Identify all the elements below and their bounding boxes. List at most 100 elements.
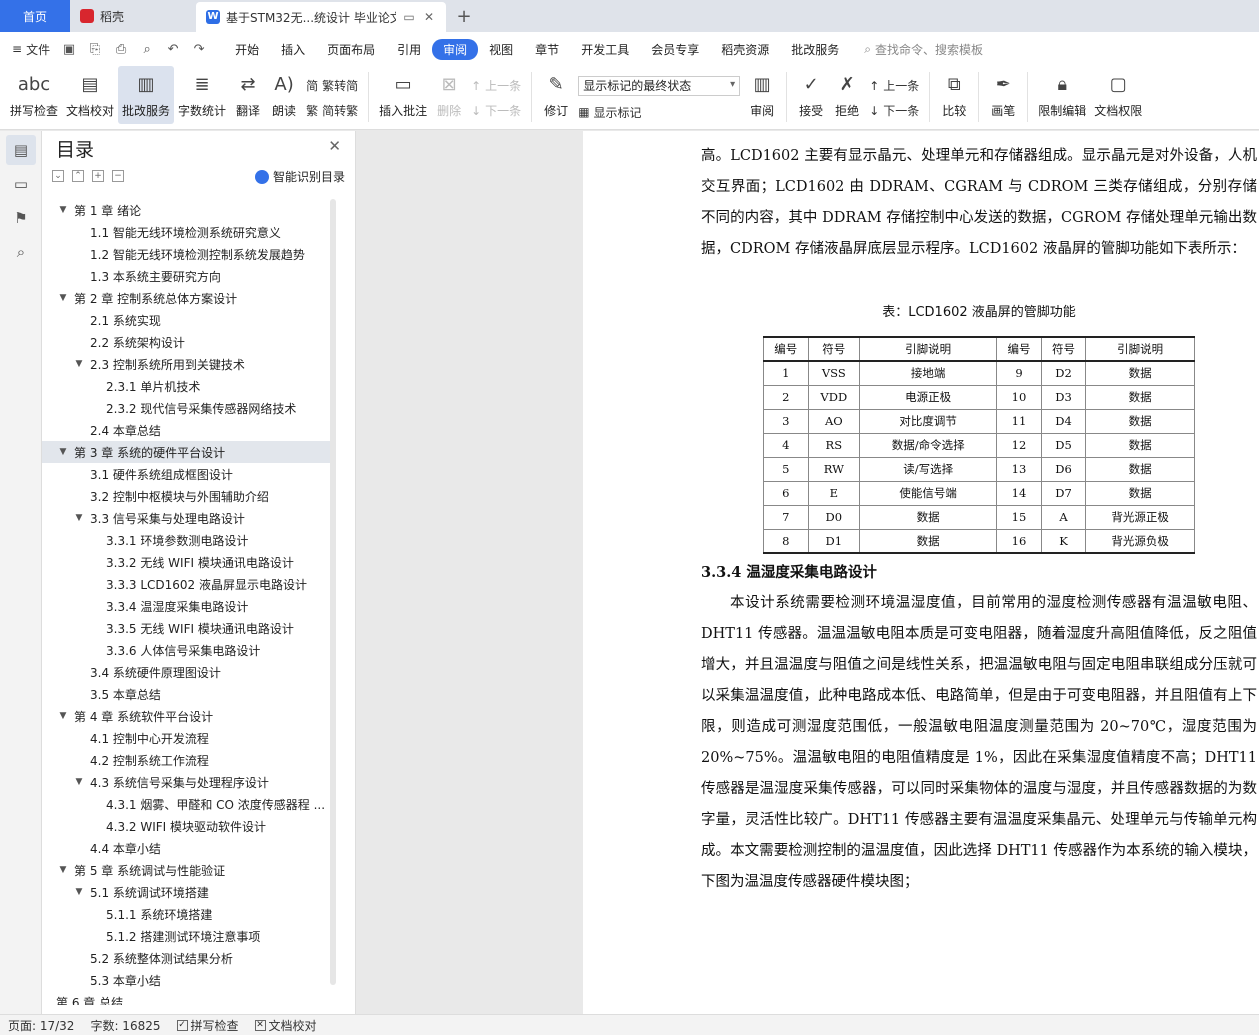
new-tab-button[interactable]: + (446, 0, 482, 32)
toc-scrollbar[interactable] (330, 199, 336, 985)
toc-item[interactable]: 3.2 控制中枢模块与外围辅助介绍 (42, 485, 330, 507)
toc-item[interactable]: ▼ 第 3 章 系统的硬件平台设计 (42, 441, 330, 463)
tab-document[interactable]: W 基于STM32无...统设计 毕业论文 ▭ ✕ (196, 2, 446, 32)
trad-to-simp-button[interactable]: 简繁转简 (306, 77, 358, 94)
toc-item[interactable]: 5.2 系统整体测试结果分析 (42, 947, 330, 969)
delete-comment-button[interactable]: ⊠ 删除 (431, 66, 467, 124)
menu-tab-daoke-resources[interactable]: 稻壳资源 (710, 39, 780, 60)
toc-item[interactable]: 3.4 系统硬件原理图设计 (42, 661, 330, 683)
translate-button[interactable]: ⇄ 翻译 (230, 66, 266, 124)
export-icon[interactable]: ⎘ (86, 42, 104, 57)
add-item-icon[interactable]: + (92, 170, 104, 182)
chevron-down-icon[interactable]: ▼ (56, 205, 70, 215)
search-icon[interactable]: ⌕ (6, 237, 36, 267)
save-icon[interactable]: ▣ (60, 42, 78, 57)
review-pane-button[interactable]: ▥ 审阅 (744, 66, 780, 124)
toc-item[interactable]: 5.1.2 搭建测试环境注意事项 (42, 925, 330, 947)
markup-state-select[interactable]: 显示标记的最终状态 (578, 75, 741, 96)
prev-comment-button[interactable]: ↑ 上一条 (471, 77, 521, 94)
restrict-edit-button[interactable]: 🔒︎ 限制编辑 (1034, 66, 1090, 124)
menu-tab-review[interactable]: 审阅 (432, 38, 479, 60)
word-count-button[interactable]: ≣ 字数统计 (174, 66, 230, 124)
toc-item[interactable]: ▼ 第 2 章 控制系统总体方案设计 (42, 287, 330, 309)
paragraph-humidity[interactable]: 本设计系统需要检测环境温湿度值，目前常用的湿度检测传感器有温温敏电阻、DHT11… (701, 588, 1257, 898)
toc-item[interactable]: 第 6 章 总结 (42, 991, 330, 1006)
monitor-icon[interactable]: ▭ (402, 10, 416, 24)
undo-icon[interactable]: ↶ (164, 42, 182, 57)
toc-item[interactable]: 3.3.4 温湿度采集电路设计 (42, 595, 330, 617)
preview-icon[interactable]: ⌕ (138, 42, 156, 57)
word-count[interactable]: 字数: 16825 (90, 1017, 160, 1034)
toc-item[interactable]: 4.4 本章小结 (42, 837, 330, 859)
menu-tab-section[interactable]: 章节 (524, 39, 570, 60)
doc-permission-button[interactable]: ▢ 文档权限 (1090, 66, 1146, 124)
toc-item[interactable]: 3.3.1 环境参数测电路设计 (42, 529, 330, 551)
toc-item[interactable]: 3.5 本章总结 (42, 683, 330, 705)
spell-check-button[interactable]: abc 拼写检查 (6, 66, 62, 124)
toc-item[interactable]: 4.3.2 WIFI 模块驱动软件设计 (42, 815, 330, 837)
collapse-all-icon[interactable]: ⌄ (52, 170, 64, 182)
toc-item[interactable]: 2.1 系统实现 (42, 309, 330, 331)
chapter-nav-icon[interactable]: ▭ (6, 169, 36, 199)
menu-tab-references[interactable]: 引用 (386, 39, 432, 60)
chevron-down-icon[interactable]: ▼ (72, 513, 86, 523)
remove-item-icon[interactable]: − (112, 170, 124, 182)
toc-item[interactable]: ▼ 第 4 章 系统软件平台设计 (42, 705, 330, 727)
chevron-down-icon[interactable]: ▼ (72, 777, 86, 787)
simp-to-trad-button[interactable]: 繁简转繁 (306, 102, 358, 119)
toc-item[interactable]: ▼ 4.3 系统信号采集与处理程序设计 (42, 771, 330, 793)
chevron-down-icon[interactable]: ▼ (56, 711, 70, 721)
chevron-down-icon[interactable]: ▼ (56, 447, 70, 457)
file-menu[interactable]: ≡ 文件 (12, 41, 50, 58)
menu-tab-grading[interactable]: 批改服务 (780, 39, 850, 60)
toc-item[interactable]: 3.3.3 LCD1602 液晶屏显示电路设计 (42, 573, 330, 595)
toc-item[interactable]: 2.4 本章总结 (42, 419, 330, 441)
smart-toc-button[interactable]: 智能识别目录 (254, 168, 345, 185)
toc-item[interactable]: 1.3 本系统主要研究方向 (42, 265, 330, 287)
menu-tab-layout[interactable]: 页面布局 (316, 39, 386, 60)
document-page[interactable]: 高。LCD1602 主要有显示晶元、处理单元和存储器组成。显示晶元是对外设备，人… (583, 131, 1259, 1014)
toc-item[interactable]: ▼ 3.3 信号采集与处理电路设计 (42, 507, 330, 529)
page-indicator[interactable]: 页面: 17/32 (8, 1017, 74, 1034)
toc-item[interactable]: 3.3.5 无线 WIFI 模块通讯电路设计 (42, 617, 330, 639)
toc-item[interactable]: 1.2 智能无线环境检测控制系统发展趋势 (42, 243, 330, 265)
expand-all-icon[interactable]: ⌃ (72, 170, 84, 182)
insert-comment-button[interactable]: ▭ 插入批注 (375, 66, 431, 124)
paragraph-lcd1602[interactable]: 高。LCD1602 主要有显示晶元、处理单元和存储器组成。显示晶元是对外设备，人… (701, 141, 1257, 265)
toc-item[interactable]: ▼ 5.1 系统调试环境搭建 (42, 881, 330, 903)
tab-home[interactable]: 首页 (0, 0, 70, 32)
pen-button[interactable]: ✒ 画笔 (985, 66, 1021, 124)
menu-tab-start[interactable]: 开始 (224, 39, 270, 60)
close-icon[interactable]: ✕ (422, 10, 436, 24)
command-search[interactable]: ⌕ 查找命令、搜索模板 (864, 41, 983, 58)
menu-tab-member[interactable]: 会员专享 (640, 39, 710, 60)
toc-item[interactable]: 3.3.2 无线 WIFI 模块通讯电路设计 (42, 551, 330, 573)
bookmark-icon[interactable]: ⚑ (6, 203, 36, 233)
compare-button[interactable]: ⧉ 比较 (936, 66, 972, 124)
print-icon[interactable]: ⎙ (112, 42, 130, 57)
read-aloud-button[interactable]: A) 朗读 (266, 66, 302, 124)
toc-item[interactable]: 3.1 硬件系统组成框图设计 (42, 463, 330, 485)
accept-button[interactable]: ✓ 接受 (793, 66, 829, 124)
menu-tab-developer[interactable]: 开发工具 (570, 39, 640, 60)
chevron-down-icon[interactable]: ▼ (56, 865, 70, 875)
reject-button[interactable]: ✗ 拒绝 (829, 66, 865, 124)
status-doc-check[interactable]: ✕ 文档校对 (254, 1017, 317, 1034)
toc-item[interactable]: ▼ 第 5 章 系统调试与性能验证 (42, 859, 330, 881)
grading-service-button[interactable]: ▥ 批改服务 (118, 66, 175, 124)
show-markup-button[interactable]: ▦ 显示标记 (578, 104, 740, 121)
next-revision-button[interactable]: ↓ 下一条 (869, 102, 919, 119)
toc-item[interactable]: 4.2 控制系统工作流程 (42, 749, 330, 771)
menu-tab-insert[interactable]: 插入 (270, 39, 316, 60)
close-icon[interactable]: ✕ (328, 137, 341, 155)
toc-item[interactable]: 4.3.1 烟雾、甲醛和 CO 浓度传感器程 ... (42, 793, 330, 815)
doc-check-button[interactable]: ▤ 文档校对 (62, 66, 118, 124)
menu-tab-view[interactable]: 视图 (478, 39, 524, 60)
status-spell-check[interactable]: ✓ 拼写检查 (176, 1017, 239, 1034)
toc-item[interactable]: 5.1.1 系统环境搭建 (42, 903, 330, 925)
chevron-down-icon[interactable]: ▼ (72, 359, 86, 369)
prev-revision-button[interactable]: ↑ 上一条 (869, 77, 919, 94)
toc-item[interactable]: 5.3 本章小结 (42, 969, 330, 991)
tab-daoke[interactable]: 稻壳 (70, 0, 196, 32)
toc-item[interactable]: ▼ 2.3 控制系统所用到关键技术 (42, 353, 330, 375)
